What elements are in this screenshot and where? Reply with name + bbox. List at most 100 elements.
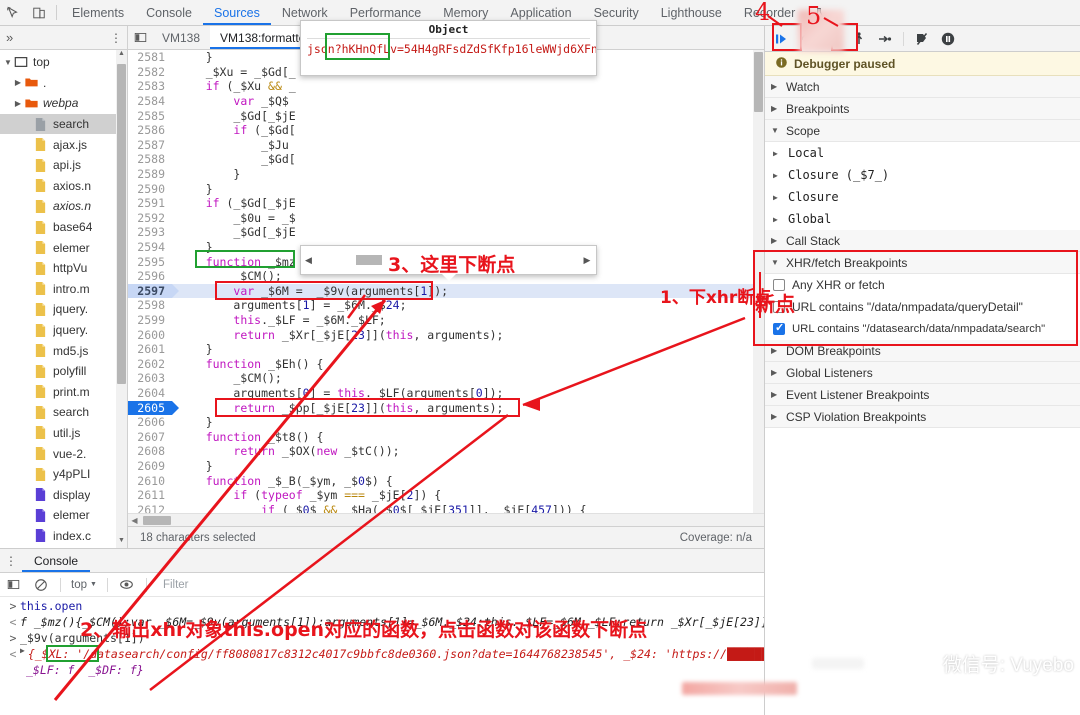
- console-output-function[interactable]: f _$mz(){_$CM();var _$6M=_$9v(arguments[…: [20, 615, 764, 629]
- line-number[interactable]: 2594: [128, 240, 172, 255]
- tree-item-util-js[interactable]: util.js: [0, 423, 127, 444]
- line-number[interactable]: 2604: [128, 385, 172, 400]
- editor-tab-vm138[interactable]: VM138: [152, 26, 210, 49]
- editor-scroll-thumb[interactable]: [754, 52, 763, 112]
- resume-script-execution-icon[interactable]: [769, 29, 793, 49]
- line-number[interactable]: 2611: [128, 488, 172, 503]
- code-line-2587[interactable]: 2587 _$Ju: [128, 137, 764, 153]
- section-dom-breakpoints[interactable]: ▶ DOM Breakpoints: [765, 340, 1080, 362]
- code-line-2597[interactable]: 2597 var _$6M = _$9v(arguments[1]);: [128, 283, 764, 299]
- code-line-2609[interactable]: 2609 }: [128, 458, 764, 474]
- deactivate-breakpoints-icon[interactable]: [910, 29, 934, 49]
- code-line-2602[interactable]: 2602 function _$Eh() {: [128, 356, 764, 371]
- scroll-down-icon[interactable]: ▼: [116, 537, 127, 548]
- section-global-listeners[interactable]: ▶ Global Listeners: [765, 362, 1080, 384]
- tree-item-search[interactable]: search: [0, 402, 127, 423]
- live-expression-eye-icon[interactable]: [114, 577, 140, 592]
- line-number[interactable]: 2590: [128, 181, 172, 196]
- line-number[interactable]: 2585: [128, 108, 172, 123]
- editor-scrollbar[interactable]: [753, 50, 764, 513]
- step-out-of-current-function-icon[interactable]: [847, 29, 871, 49]
- code-line-2585[interactable]: 2585 _$Gd[_$jE: [128, 108, 764, 123]
- line-number[interactable]: 2581: [128, 50, 172, 65]
- line-number[interactable]: 2591: [128, 196, 172, 211]
- code-line-2603[interactable]: 2603 _$CM();: [128, 371, 764, 386]
- section-event-listener-breakpoints[interactable]: ▶ Event Listener Breakpoints: [765, 384, 1080, 406]
- checkbox-checked-icon[interactable]: [773, 321, 785, 335]
- scroll-thumb[interactable]: [117, 64, 126, 384]
- code-line-2612[interactable]: 2612 if (_$0$ && _$Ha(_$0$[_$jE[351]], _…: [128, 502, 764, 513]
- code-line-2601[interactable]: 2601 }: [128, 342, 764, 357]
- tree-item-y4ppli[interactable]: y4pPLI: [0, 464, 127, 485]
- line-number[interactable]: 2592: [128, 210, 172, 225]
- show-navigator-icon[interactable]: [128, 26, 152, 49]
- line-number[interactable]: 2606: [128, 415, 172, 430]
- console-context-selector[interactable]: top ▼: [67, 579, 101, 591]
- expand-triangle-icon[interactable]: ▶: [20, 646, 25, 655]
- code-line-2608[interactable]: 2608 return _$OX(new _$tC());: [128, 444, 764, 459]
- file-tree-scrollbar[interactable]: ▲ ▼: [116, 50, 127, 548]
- tree-item-axios-n[interactable]: axios.n: [0, 196, 127, 217]
- section-xhr-fetch-breakpoints[interactable]: ▼ XHR/fetch Breakpoints: [765, 252, 1080, 274]
- scroll-up-icon[interactable]: ▲: [116, 50, 127, 61]
- device-toolbar-icon[interactable]: [26, 0, 52, 25]
- more-tabs-chevron-icon[interactable]: »: [0, 30, 19, 45]
- console-output[interactable]: > this.open < f _$mz(){_$CM();var _$6M=_…: [0, 597, 764, 715]
- section-call-stack[interactable]: ▶ Call Stack: [765, 230, 1080, 252]
- tree-item-print-m[interactable]: print.m: [0, 382, 127, 403]
- code-editor[interactable]: 2581 } 2582 _$Xu = _$Gd[_ 2583 if (_$Xu &&…: [128, 50, 764, 513]
- tree-item-axios-n[interactable]: axios.n: [0, 176, 127, 197]
- line-number[interactable]: 2610: [128, 473, 172, 488]
- tree-item-ajax-js[interactable]: ajax.js: [0, 134, 127, 155]
- tab-lighthouse[interactable]: Lighthouse: [650, 0, 733, 25]
- code-line-2584[interactable]: 2584 var _$Q$: [128, 94, 764, 109]
- disclosure-triangle-icon[interactable]: ▶: [12, 78, 24, 87]
- pause-on-exceptions-icon[interactable]: [936, 29, 960, 49]
- line-number[interactable]: 2589: [128, 167, 172, 182]
- code-line-2604[interactable]: 2604 arguments[0] = this._$LF(arguments[…: [128, 385, 764, 401]
- tab-console[interactable]: Console: [135, 0, 203, 25]
- line-number[interactable]: 2595: [128, 254, 172, 269]
- scope-item-closure-7[interactable]: ▶ Closure (_$7_): [765, 164, 1080, 186]
- tree-item-polyfill[interactable]: polyfill: [0, 361, 127, 382]
- tree-item-md5-js[interactable]: md5.js: [0, 340, 127, 361]
- tree-item-base64[interactable]: base64: [0, 217, 127, 238]
- hscroll-thumb[interactable]: [143, 515, 171, 525]
- xhr-breakpoint-search[interactable]: URL contains "/datasearch/data/nmpadata/…: [765, 318, 1080, 340]
- code-line-2593[interactable]: 2593 _$Gd[_$jE: [128, 225, 764, 240]
- editor-horizontal-scrollbar[interactable]: ◀: [128, 513, 764, 526]
- code-line-2589[interactable]: 2589 }: [128, 167, 764, 182]
- drawer-more-options-icon[interactable]: ⋮: [0, 554, 22, 568]
- hscroll-left-icon[interactable]: ◀: [128, 516, 141, 525]
- tree-item-search[interactable]: search: [0, 113, 127, 135]
- line-number[interactable]: 2601: [128, 342, 172, 357]
- line-number[interactable]: 2593: [128, 225, 172, 240]
- code-line-2610[interactable]: 2610 function _$_B(_$ym, _$0$) {: [128, 473, 764, 488]
- scope-item-global[interactable]: ▶ Global: [765, 208, 1080, 230]
- tree-item-display[interactable]: display: [0, 484, 127, 505]
- xhr-breakpoint-querydetail[interactable]: URL contains "/data/nmpadata/queryDetail…: [765, 296, 1080, 318]
- drawer-tab-console[interactable]: Console: [22, 549, 90, 572]
- line-number[interactable]: 2600: [128, 327, 172, 342]
- code-line-2606[interactable]: 2606 }: [128, 415, 764, 430]
- disclosure-triangle-icon[interactable]: ▼: [2, 58, 14, 67]
- section-csp-violation-breakpoints[interactable]: ▶ CSP Violation Breakpoints: [765, 406, 1080, 428]
- tree-item-vue-2-[interactable]: vue-2.: [0, 443, 127, 464]
- line-number[interactable]: 2605: [128, 400, 179, 415]
- code-line-2586[interactable]: 2586 if (_$Gd[: [128, 123, 764, 138]
- tree-item-index-c[interactable]: index.c: [0, 526, 127, 547]
- code-line-2592[interactable]: 2592 _$0u = _$: [128, 210, 764, 226]
- navigator-more-options-icon[interactable]: ⋮: [105, 31, 127, 45]
- section-breakpoints[interactable]: ▶ Breakpoints: [765, 98, 1080, 120]
- line-number[interactable]: 2587: [128, 137, 172, 152]
- tree-item-jquery-[interactable]: jquery.: [0, 299, 127, 320]
- code-line-2607[interactable]: 2607 function _$t8() {: [128, 429, 764, 444]
- line-number[interactable]: 2584: [128, 94, 172, 109]
- scope-item-closure[interactable]: ▶ Closure: [765, 186, 1080, 208]
- section-scope[interactable]: ▼ Scope: [765, 120, 1080, 142]
- code-line-2583[interactable]: 2583 if (_$Xu && _: [128, 79, 764, 94]
- xhr-breakpoint-any[interactable]: Any XHR or fetch: [765, 274, 1080, 296]
- line-number[interactable]: 2607: [128, 429, 172, 444]
- tab-elements[interactable]: Elements: [61, 0, 135, 25]
- line-number[interactable]: 2612: [128, 502, 172, 513]
